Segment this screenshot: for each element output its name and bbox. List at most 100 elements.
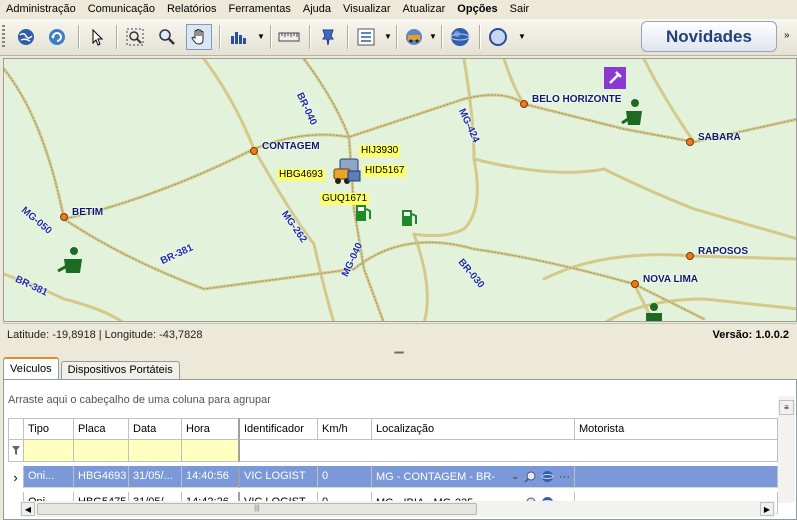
- fuel-station-icon[interactable]: [400, 206, 418, 228]
- column-header-identificador[interactable]: Identificador: [240, 418, 318, 440]
- tab-veiculos[interactable]: Veículos: [3, 357, 59, 379]
- pan-hand-icon: [191, 29, 204, 45]
- list-button[interactable]: [353, 24, 379, 50]
- police-poi-icon[interactable]: [620, 97, 646, 129]
- menu-ferramentas[interactable]: Ferramentas: [223, 0, 297, 18]
- filter-cell-hora[interactable]: [182, 440, 240, 462]
- city-marker-icon[interactable]: [520, 100, 528, 108]
- table-cell-motorista[interactable]: [575, 466, 778, 488]
- vehicle-plate-label[interactable]: HID5167: [363, 165, 407, 177]
- circle-dropdown-arrow[interactable]: ▼: [517, 29, 527, 43]
- menu-opcoes[interactable]: Opções: [451, 0, 503, 18]
- earth-icon: [450, 28, 470, 46]
- vehicle-dropdown-arrow[interactable]: ▼: [428, 29, 438, 43]
- globe-button[interactable]: [13, 24, 39, 50]
- city-marker-icon[interactable]: [631, 280, 639, 288]
- vehicle-cluster-icon[interactable]: [330, 157, 366, 189]
- city-label: SABARA: [698, 132, 741, 143]
- menu-comunicacao[interactable]: Comunicação: [82, 0, 161, 18]
- search-location-icon[interactable]: [524, 471, 536, 483]
- vehicle-button[interactable]: [401, 24, 427, 50]
- zoom-area-icon: [126, 28, 144, 46]
- pointer-button[interactable]: [84, 24, 110, 50]
- menu-atualizar[interactable]: Atualizar: [397, 0, 452, 18]
- table-cell-kmh[interactable]: 0: [318, 466, 372, 488]
- pointer-icon: [92, 28, 104, 46]
- city-label: RAPOSOS: [698, 246, 749, 257]
- scroll-thumb-icon[interactable]: ≡: [779, 400, 794, 415]
- column-header-localizacao[interactable]: Localização: [372, 418, 575, 440]
- dropdown-chevron-icon[interactable]: ⌄: [511, 471, 519, 482]
- tab-dispositivos-portateis[interactable]: Dispositivos Portáteis: [60, 361, 180, 379]
- city-marker-icon[interactable]: [686, 252, 694, 260]
- menu-administracao[interactable]: Administração: [0, 0, 82, 18]
- police-poi-icon[interactable]: [640, 301, 664, 322]
- toolbar-grip[interactable]: [2, 25, 5, 49]
- filter-icon[interactable]: [8, 440, 24, 462]
- list-dropdown-arrow[interactable]: ▼: [383, 29, 393, 43]
- table-cell-data[interactable]: 31/05/...: [129, 466, 182, 488]
- chart-button[interactable]: [225, 24, 251, 50]
- fuel-station-icon[interactable]: [354, 201, 372, 223]
- horizontal-scroll-thumb[interactable]: |||: [37, 503, 477, 515]
- horizontal-scrollbar[interactable]: ◀ ||| ▶: [20, 501, 775, 517]
- column-header-hora[interactable]: Hora: [182, 418, 240, 440]
- vehicle-plate-label[interactable]: HBG4693: [277, 169, 325, 181]
- toolbar-overflow-icon[interactable]: »: [784, 30, 794, 46]
- zoom-button[interactable]: [154, 24, 180, 50]
- city-marker-icon[interactable]: [60, 213, 68, 221]
- zoom-area-button[interactable]: [122, 24, 148, 50]
- city-marker-icon[interactable]: [250, 147, 258, 155]
- filter-cell-tipo[interactable]: [24, 440, 74, 462]
- column-header-tipo[interactable]: Tipo: [24, 418, 74, 440]
- pin-icon: [322, 29, 334, 46]
- novidades-button[interactable]: Novidades: [641, 21, 777, 52]
- toolbar-separator: [270, 25, 272, 49]
- city-marker-icon[interactable]: [686, 138, 694, 146]
- table-cell-hora[interactable]: 14:40:56: [182, 466, 240, 488]
- column-header-motorista[interactable]: Motorista: [575, 418, 778, 440]
- refresh-button[interactable]: [44, 24, 70, 50]
- chart-dropdown-arrow[interactable]: ▼: [256, 29, 266, 43]
- filter-cell-data[interactable]: [129, 440, 182, 462]
- table-row[interactable]: › Oni... HBG4693 31/05/... 14:40:56 VIC LOGIS…: [8, 466, 778, 488]
- table-cell-localizacao[interactable]: MG - CONTAGEM - BR- ⌄ ···: [372, 466, 575, 488]
- pan-hand-button[interactable]: [186, 24, 212, 50]
- earth-button[interactable]: [447, 24, 473, 50]
- more-options-icon[interactable]: ···: [559, 471, 570, 483]
- filter-cell-rest[interactable]: [240, 440, 778, 462]
- vertical-scrollbar[interactable]: ≡: [778, 396, 795, 503]
- column-header-data[interactable]: Data: [129, 418, 182, 440]
- road-label: BR-030: [455, 257, 487, 291]
- toolbar-separator: [347, 25, 349, 49]
- road-label: MG-050: [18, 205, 54, 237]
- map-overlay: BELO HORIZONTE SABARA CONTAGEM BETIM RAPOSOS…: [4, 59, 796, 321]
- toolbar-separator: [219, 25, 221, 49]
- table-cell-placa[interactable]: HBG4693: [74, 466, 129, 488]
- menu-sair[interactable]: Sair: [504, 0, 536, 18]
- menu-visualizar[interactable]: Visualizar: [337, 0, 397, 18]
- road-label: MG-040: [340, 241, 366, 279]
- city-label: BETIM: [72, 207, 104, 218]
- menu-relatorios[interactable]: Relatórios: [161, 0, 223, 18]
- police-poi-icon[interactable]: [56, 245, 86, 277]
- tool-poi-icon[interactable]: [604, 67, 626, 89]
- map-view[interactable]: BELO HORIZONTE SABARA CONTAGEM BETIM RAPOSOS…: [3, 58, 797, 322]
- ruler-button[interactable]: [276, 24, 302, 50]
- location-actions: ⌄ ···: [511, 470, 570, 483]
- menu-bar: Administração Comunicação Relatórios Ferram…: [0, 0, 797, 18]
- table-cell-identificador[interactable]: VIC LOGIST: [240, 466, 318, 488]
- column-header-placa[interactable]: Placa: [74, 418, 129, 440]
- scroll-right-icon[interactable]: ▶: [760, 502, 774, 516]
- filter-cell-placa[interactable]: [74, 440, 129, 462]
- menu-ajuda[interactable]: Ajuda: [297, 0, 337, 18]
- row-current-arrow-icon[interactable]: ›: [8, 466, 24, 488]
- scroll-left-icon[interactable]: ◀: [21, 502, 35, 516]
- vehicle-plate-label[interactable]: HIJ3930: [359, 145, 401, 157]
- pin-button[interactable]: [315, 24, 341, 50]
- panel-splitter[interactable]: ▪▪▪▪▪: [0, 348, 797, 357]
- column-header-kmh[interactable]: Km/h: [318, 418, 372, 440]
- table-cell-tipo[interactable]: Oni...: [24, 466, 74, 488]
- circle-button[interactable]: [485, 24, 511, 50]
- globe-location-icon[interactable]: [541, 470, 554, 483]
